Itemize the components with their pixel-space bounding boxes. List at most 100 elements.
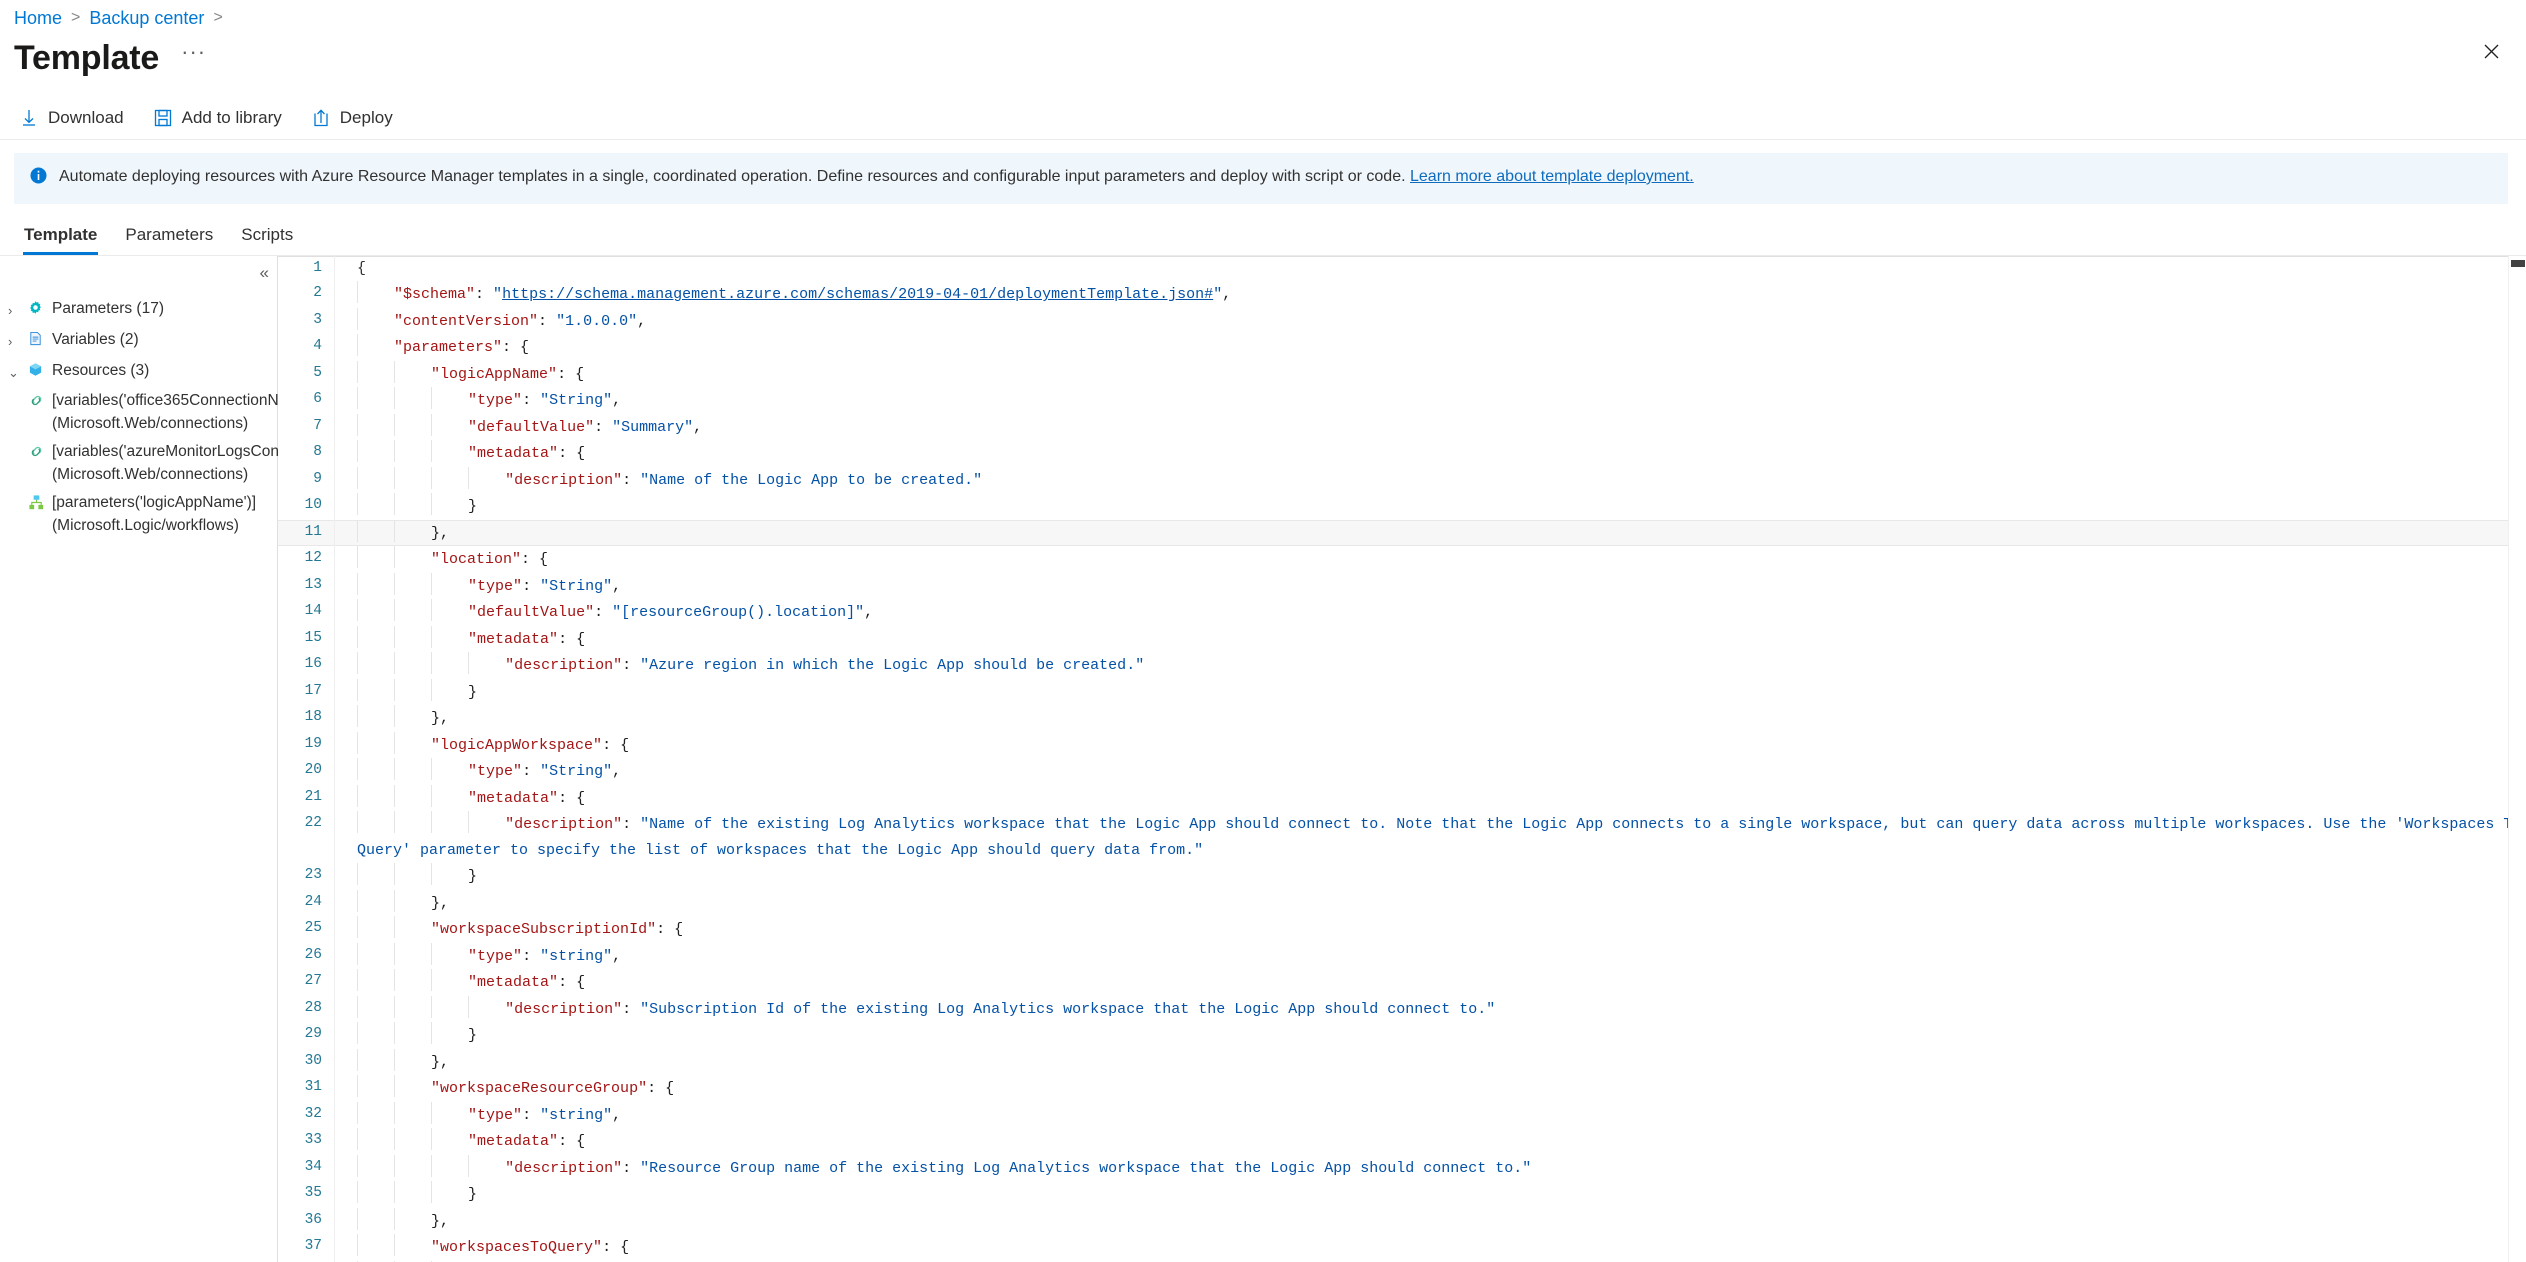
code-line[interactable]: 33 "metadata": {: [278, 1128, 2526, 1155]
minimap-thumb[interactable]: [2511, 259, 2525, 267]
code-text[interactable]: },: [334, 1048, 2526, 1076]
editor-minimap[interactable]: [2508, 255, 2526, 1262]
tree-item-azuremonitorlogs-connection[interactable]: [variables('azureMonitorLogsConn (Micros…: [0, 438, 288, 489]
code-text[interactable]: "metadata": {: [334, 784, 2526, 812]
code-text[interactable]: {: [334, 255, 2526, 282]
code-line[interactable]: 32 "type": "string",: [278, 1101, 2526, 1129]
code-text[interactable]: "description": "Name of the Logic App to…: [334, 466, 2526, 494]
code-text[interactable]: },: [334, 1207, 2526, 1235]
code-line[interactable]: 36 },: [278, 1207, 2526, 1235]
code-line[interactable]: 13 "type": "String",: [278, 572, 2526, 600]
code-text[interactable]: "$schema": "https://schema.management.az…: [334, 281, 2526, 308]
breadcrumb-item-home[interactable]: Home: [14, 8, 62, 29]
collapse-panel-button[interactable]: «: [260, 264, 269, 281]
code-line[interactable]: 22 "description": "Name of the existing …: [278, 811, 2526, 864]
code-line[interactable]: 8 "metadata": {: [278, 440, 2526, 467]
code-text[interactable]: "metadata": {: [334, 625, 2526, 653]
code-text[interactable]: "parameters": {: [334, 334, 2526, 361]
chevron-right-icon[interactable]: ›: [8, 328, 22, 352]
line-number: 35: [304, 1185, 322, 1202]
code-line[interactable]: 27 "metadata": {: [278, 969, 2526, 996]
code-line[interactable]: 10 }: [278, 493, 2526, 520]
code-text[interactable]: },: [334, 705, 2526, 732]
code-line[interactable]: 24 },: [278, 889, 2526, 917]
template-json-editor[interactable]: 1{2 "$schema": "https://schema.managemen…: [278, 255, 2526, 1262]
code-text[interactable]: "contentVersion": "1.0.0.0",: [334, 307, 2526, 335]
code-text[interactable]: "metadata": {: [334, 1128, 2526, 1155]
tree-node-parameters[interactable]: › Parameters (17): [0, 294, 277, 325]
download-button[interactable]: Download: [14, 102, 136, 134]
chevron-right-icon[interactable]: ›: [8, 297, 22, 321]
code-line[interactable]: 29 }: [278, 1022, 2526, 1049]
code-line[interactable]: 12 "location": {: [278, 546, 2526, 573]
code-line[interactable]: 4 "parameters": {: [278, 334, 2526, 361]
code-line[interactable]: 17 }: [278, 678, 2526, 706]
tab-scripts[interactable]: Scripts: [227, 219, 307, 255]
tab-parameters[interactable]: Parameters: [111, 219, 227, 255]
code-text[interactable]: "type": "String",: [334, 387, 2526, 414]
tree-node-resources[interactable]: ⌄ Resources (3): [0, 356, 277, 387]
code-text[interactable]: }: [334, 678, 2526, 706]
code-line[interactable]: 19 "logicAppWorkspace": {: [278, 731, 2526, 759]
code-text[interactable]: "metadata": {: [334, 440, 2526, 467]
code-line[interactable]: 21 "metadata": {: [278, 784, 2526, 812]
code-text[interactable]: }: [334, 1022, 2526, 1049]
code-line[interactable]: 20 "type": "String",: [278, 758, 2526, 785]
code-line[interactable]: 2 "$schema": "https://schema.management.…: [278, 281, 2526, 308]
code-line[interactable]: 18 },: [278, 705, 2526, 732]
code-line[interactable]: 30 },: [278, 1048, 2526, 1076]
tab-template[interactable]: Template: [10, 219, 111, 255]
code-line[interactable]: 31 "workspaceResourceGroup": {: [278, 1075, 2526, 1102]
code-line[interactable]: 3 "contentVersion": "1.0.0.0",: [278, 307, 2526, 335]
code-text[interactable]: "defaultValue": "[resourceGroup().locati…: [334, 599, 2526, 626]
code-line[interactable]: 9 "description": "Name of the Logic App …: [278, 466, 2526, 494]
code-text[interactable]: "type": "string",: [334, 1101, 2526, 1129]
code-text[interactable]: "description": "Subscription Id of the e…: [334, 995, 2526, 1023]
code-text[interactable]: "location": {: [334, 546, 2526, 573]
deploy-button[interactable]: Deploy: [306, 102, 405, 134]
code-text[interactable]: "logicAppWorkspace": {: [334, 731, 2526, 759]
code-text[interactable]: }: [334, 863, 2526, 890]
code-line[interactable]: 37 "workspacesToQuery": {: [278, 1234, 2526, 1261]
code-text[interactable]: "description": "Name of the existing Log…: [334, 811, 2526, 864]
code-line[interactable]: 28 "description": "Subscription Id of th…: [278, 995, 2526, 1023]
code-line[interactable]: 35 }: [278, 1181, 2526, 1208]
code-area[interactable]: 1{2 "$schema": "https://schema.managemen…: [278, 255, 2526, 1262]
code-text[interactable]: "workspaceSubscriptionId": {: [334, 916, 2526, 943]
code-text[interactable]: "logicAppName": {: [334, 360, 2526, 388]
close-button[interactable]: [2474, 34, 2508, 68]
code-line[interactable]: 25 "workspaceSubscriptionId": {: [278, 916, 2526, 943]
tree-item-office365-connection[interactable]: [variables('office365ConnectionNa (Micro…: [0, 387, 287, 438]
code-line[interactable]: 23 }: [278, 863, 2526, 890]
code-text[interactable]: "type": "string",: [334, 942, 2526, 970]
code-line[interactable]: 16 "description": "Azure region in which…: [278, 652, 2526, 679]
code-text[interactable]: "defaultValue": "Summary",: [334, 413, 2526, 441]
code-line[interactable]: 6 "type": "String",: [278, 387, 2526, 414]
code-text[interactable]: },: [334, 889, 2526, 917]
code-line[interactable]: 1{: [278, 255, 2526, 282]
code-text[interactable]: }: [334, 493, 2526, 520]
code-text[interactable]: },: [334, 519, 2526, 547]
code-line[interactable]: 26 "type": "string",: [278, 942, 2526, 970]
code-text[interactable]: "description": "Azure region in which th…: [334, 652, 2526, 679]
code-text[interactable]: "workspaceResourceGroup": {: [334, 1075, 2526, 1102]
code-text[interactable]: "type": "String",: [334, 758, 2526, 785]
code-line[interactable]: 11 },: [278, 519, 2526, 547]
learn-more-link[interactable]: Learn more about template deployment.: [1410, 168, 1694, 185]
code-text[interactable]: "type": "String",: [334, 572, 2526, 600]
code-line[interactable]: 7 "defaultValue": "Summary",: [278, 413, 2526, 441]
breadcrumb-item-backup-center[interactable]: Backup center: [89, 8, 204, 29]
chevron-down-icon[interactable]: ⌄: [8, 359, 22, 383]
code-text[interactable]: }: [334, 1181, 2526, 1208]
tree-node-variables[interactable]: › Variables (2): [0, 325, 277, 356]
code-line[interactable]: 5 "logicAppName": {: [278, 360, 2526, 388]
code-line[interactable]: 14 "defaultValue": "[resourceGroup().loc…: [278, 599, 2526, 626]
add-to-library-button[interactable]: Add to library: [148, 102, 294, 134]
tree-item-logic-app-workflow[interactable]: [parameters('logicAppName')] (Microsoft.…: [0, 489, 277, 540]
code-text[interactable]: "description": "Resource Group name of t…: [334, 1154, 2526, 1182]
code-line[interactable]: 15 "metadata": {: [278, 625, 2526, 653]
code-text[interactable]: "workspacesToQuery": {: [334, 1234, 2526, 1261]
code-line[interactable]: 34 "description": "Resource Group name o…: [278, 1154, 2526, 1182]
more-options-button[interactable]: ···: [181, 41, 206, 69]
code-text[interactable]: "metadata": {: [334, 969, 2526, 996]
